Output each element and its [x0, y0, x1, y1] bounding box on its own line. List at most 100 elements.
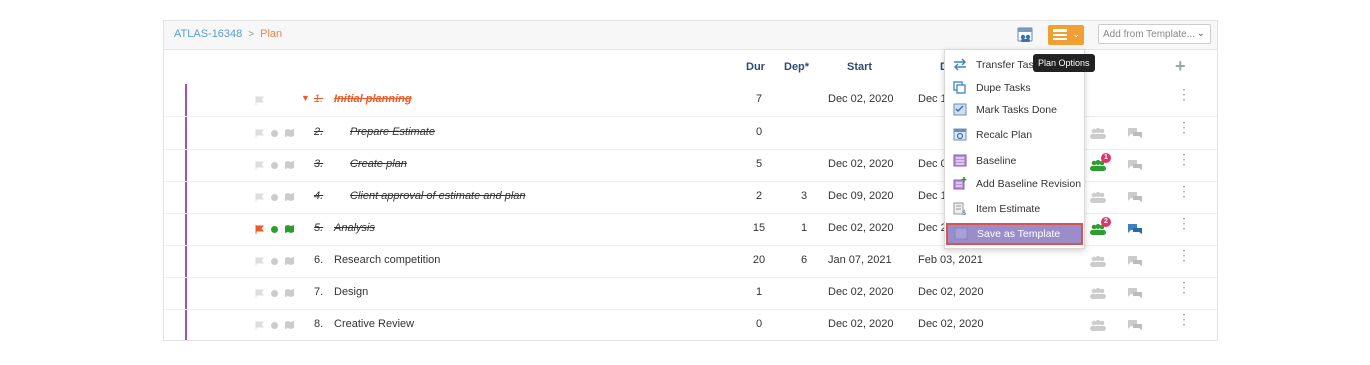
chat-icon[interactable]	[1127, 191, 1143, 203]
status-dot-icon[interactable]	[271, 322, 278, 329]
task-name[interactable]: Prepare Estimate	[350, 126, 435, 138]
status-dot-icon[interactable]	[271, 258, 278, 265]
people-icon[interactable]	[1089, 287, 1107, 299]
map-icon[interactable]	[285, 161, 294, 169]
people-icon[interactable]	[1089, 319, 1107, 331]
table-row[interactable]: 6. Research competition 20 6 Jan 07, 202…	[164, 245, 1217, 278]
status-dot-icon[interactable]	[271, 290, 278, 297]
task-start[interactable]: Dec 02, 2020	[828, 318, 893, 330]
table-row[interactable]: 7. Design 1 Dec 02, 2020 Dec 02, 2020 ⋮	[164, 277, 1217, 310]
task-name[interactable]: Creative Review	[334, 318, 414, 330]
task-start[interactable]: Dec 02, 2020	[828, 222, 893, 234]
map-icon[interactable]	[285, 225, 294, 233]
status-dot-icon[interactable]	[271, 226, 278, 233]
task-duration[interactable]: 1	[744, 286, 774, 298]
menu-item-label: Item Estimate	[976, 203, 1041, 215]
add-task-icon[interactable]: +	[1175, 56, 1186, 77]
flag-icon[interactable]	[255, 129, 264, 138]
map-icon[interactable]	[285, 257, 294, 265]
task-duration[interactable]: 7	[744, 93, 774, 105]
task-start[interactable]: Dec 02, 2020	[828, 93, 893, 105]
add-from-template-select[interactable]: Add from Template... ⌄	[1098, 24, 1211, 44]
task-duration[interactable]: 2	[744, 190, 774, 202]
people-icon[interactable]	[1089, 191, 1107, 203]
flag-icon[interactable]	[255, 321, 264, 330]
status-dot-icon[interactable]	[271, 162, 278, 169]
estimate-icon: $	[953, 202, 966, 215]
task-name[interactable]: Design	[334, 286, 368, 298]
flag-icon[interactable]	[255, 225, 264, 234]
task-name[interactable]: Initial planning	[334, 93, 412, 105]
calendar-people-icon[interactable]	[1015, 25, 1035, 45]
menu-item-item-estimate[interactable]: $ Item Estimate	[945, 198, 1084, 220]
menu-item-dupe-tasks[interactable]: Dupe Tasks	[945, 77, 1084, 99]
flag-icon[interactable]	[255, 193, 264, 202]
more-options-icon[interactable]: ⋮	[1177, 87, 1191, 101]
task-due[interactable]: Dec 02, 2020	[918, 318, 983, 330]
flag-icon[interactable]	[255, 161, 264, 170]
menu-item-recalc-plan[interactable]: Recalc Plan	[945, 124, 1084, 146]
task-start[interactable]: Jan 07, 2021	[828, 254, 892, 266]
breadcrumb-project-link[interactable]: ATLAS-16348	[174, 28, 242, 40]
chat-icon[interactable]	[1127, 159, 1143, 171]
status-dot-icon[interactable]	[271, 194, 278, 201]
chat-icon[interactable]	[1127, 287, 1143, 299]
task-number: 6.	[314, 254, 324, 266]
more-options-icon[interactable]: ⋮	[1177, 312, 1191, 326]
chat-icon[interactable]	[1127, 127, 1143, 139]
task-duration[interactable]: 20	[744, 254, 774, 266]
chat-icon[interactable]	[1127, 319, 1143, 331]
task-due[interactable]: Dec 02, 2020	[918, 286, 983, 298]
map-icon[interactable]	[285, 321, 294, 329]
flag-icon[interactable]	[255, 289, 264, 298]
task-duration[interactable]: 15	[744, 222, 774, 234]
chat-icon[interactable]	[1127, 255, 1143, 267]
task-due[interactable]: Feb 03, 2021	[918, 254, 983, 266]
menu-item-mark-tasks-done[interactable]: Mark Tasks Done	[945, 99, 1084, 121]
table-row[interactable]: 8. Creative Review 0 Dec 02, 2020 Dec 02…	[164, 309, 1217, 341]
task-dependency[interactable]: 1	[791, 222, 817, 234]
menu-item-save-as-template[interactable]: Save as Template	[946, 223, 1083, 245]
more-options-icon[interactable]: ⋮	[1177, 184, 1191, 198]
people-icon[interactable]	[1089, 127, 1107, 139]
task-duration[interactable]: 5	[744, 158, 774, 170]
task-start[interactable]: Dec 02, 2020	[828, 286, 893, 298]
column-header-dur[interactable]: Dur	[746, 61, 765, 73]
column-header-start[interactable]: Start	[847, 61, 872, 73]
collapse-caret-icon[interactable]: ▼	[301, 93, 310, 103]
task-dependency[interactable]: 6	[791, 254, 817, 266]
task-name[interactable]: Analysis	[334, 222, 375, 234]
task-duration[interactable]: 0	[744, 318, 774, 330]
task-name[interactable]: Research competition	[334, 254, 440, 266]
menu-item-add-baseline-revision[interactable]: Add Baseline Revision	[945, 173, 1084, 195]
task-name[interactable]: Create plan	[350, 158, 407, 170]
more-options-icon[interactable]: ⋮	[1177, 280, 1191, 294]
task-due[interactable]: Dec 0	[918, 158, 947, 170]
breadcrumb-separator: >	[248, 28, 255, 40]
task-start[interactable]: Dec 09, 2020	[828, 190, 893, 202]
task-name[interactable]: Client approval of estimate and plan	[350, 190, 526, 202]
map-icon[interactable]	[285, 193, 294, 201]
task-start[interactable]: Dec 02, 2020	[828, 158, 893, 170]
flag-icon[interactable]	[255, 257, 264, 266]
more-options-icon[interactable]: ⋮	[1177, 120, 1191, 134]
flag-icon[interactable]	[255, 96, 264, 105]
people-icon[interactable]	[1089, 255, 1107, 267]
map-icon[interactable]	[285, 129, 294, 137]
task-due[interactable]: Dec 2	[918, 222, 947, 234]
menu-item-baseline[interactable]: Baseline	[945, 150, 1084, 172]
more-options-icon[interactable]: ⋮	[1177, 152, 1191, 166]
status-dot-icon[interactable]	[271, 130, 278, 137]
task-due[interactable]: Dec 1	[918, 93, 947, 105]
task-due[interactable]: Dec 1	[918, 190, 947, 202]
more-options-icon[interactable]: ⋮	[1177, 216, 1191, 230]
column-header-dep[interactable]: Dep*	[784, 61, 809, 73]
menu-item-label: Save as Template	[977, 228, 1061, 240]
chat-icon[interactable]	[1127, 223, 1143, 235]
map-icon[interactable]	[285, 289, 294, 297]
more-options-icon[interactable]: ⋮	[1177, 248, 1191, 262]
task-duration[interactable]: 0	[744, 126, 774, 138]
task-dependency[interactable]: 3	[791, 190, 817, 202]
plan-options-button[interactable]: ⌄	[1048, 25, 1084, 45]
svg-text:$: $	[962, 209, 966, 215]
